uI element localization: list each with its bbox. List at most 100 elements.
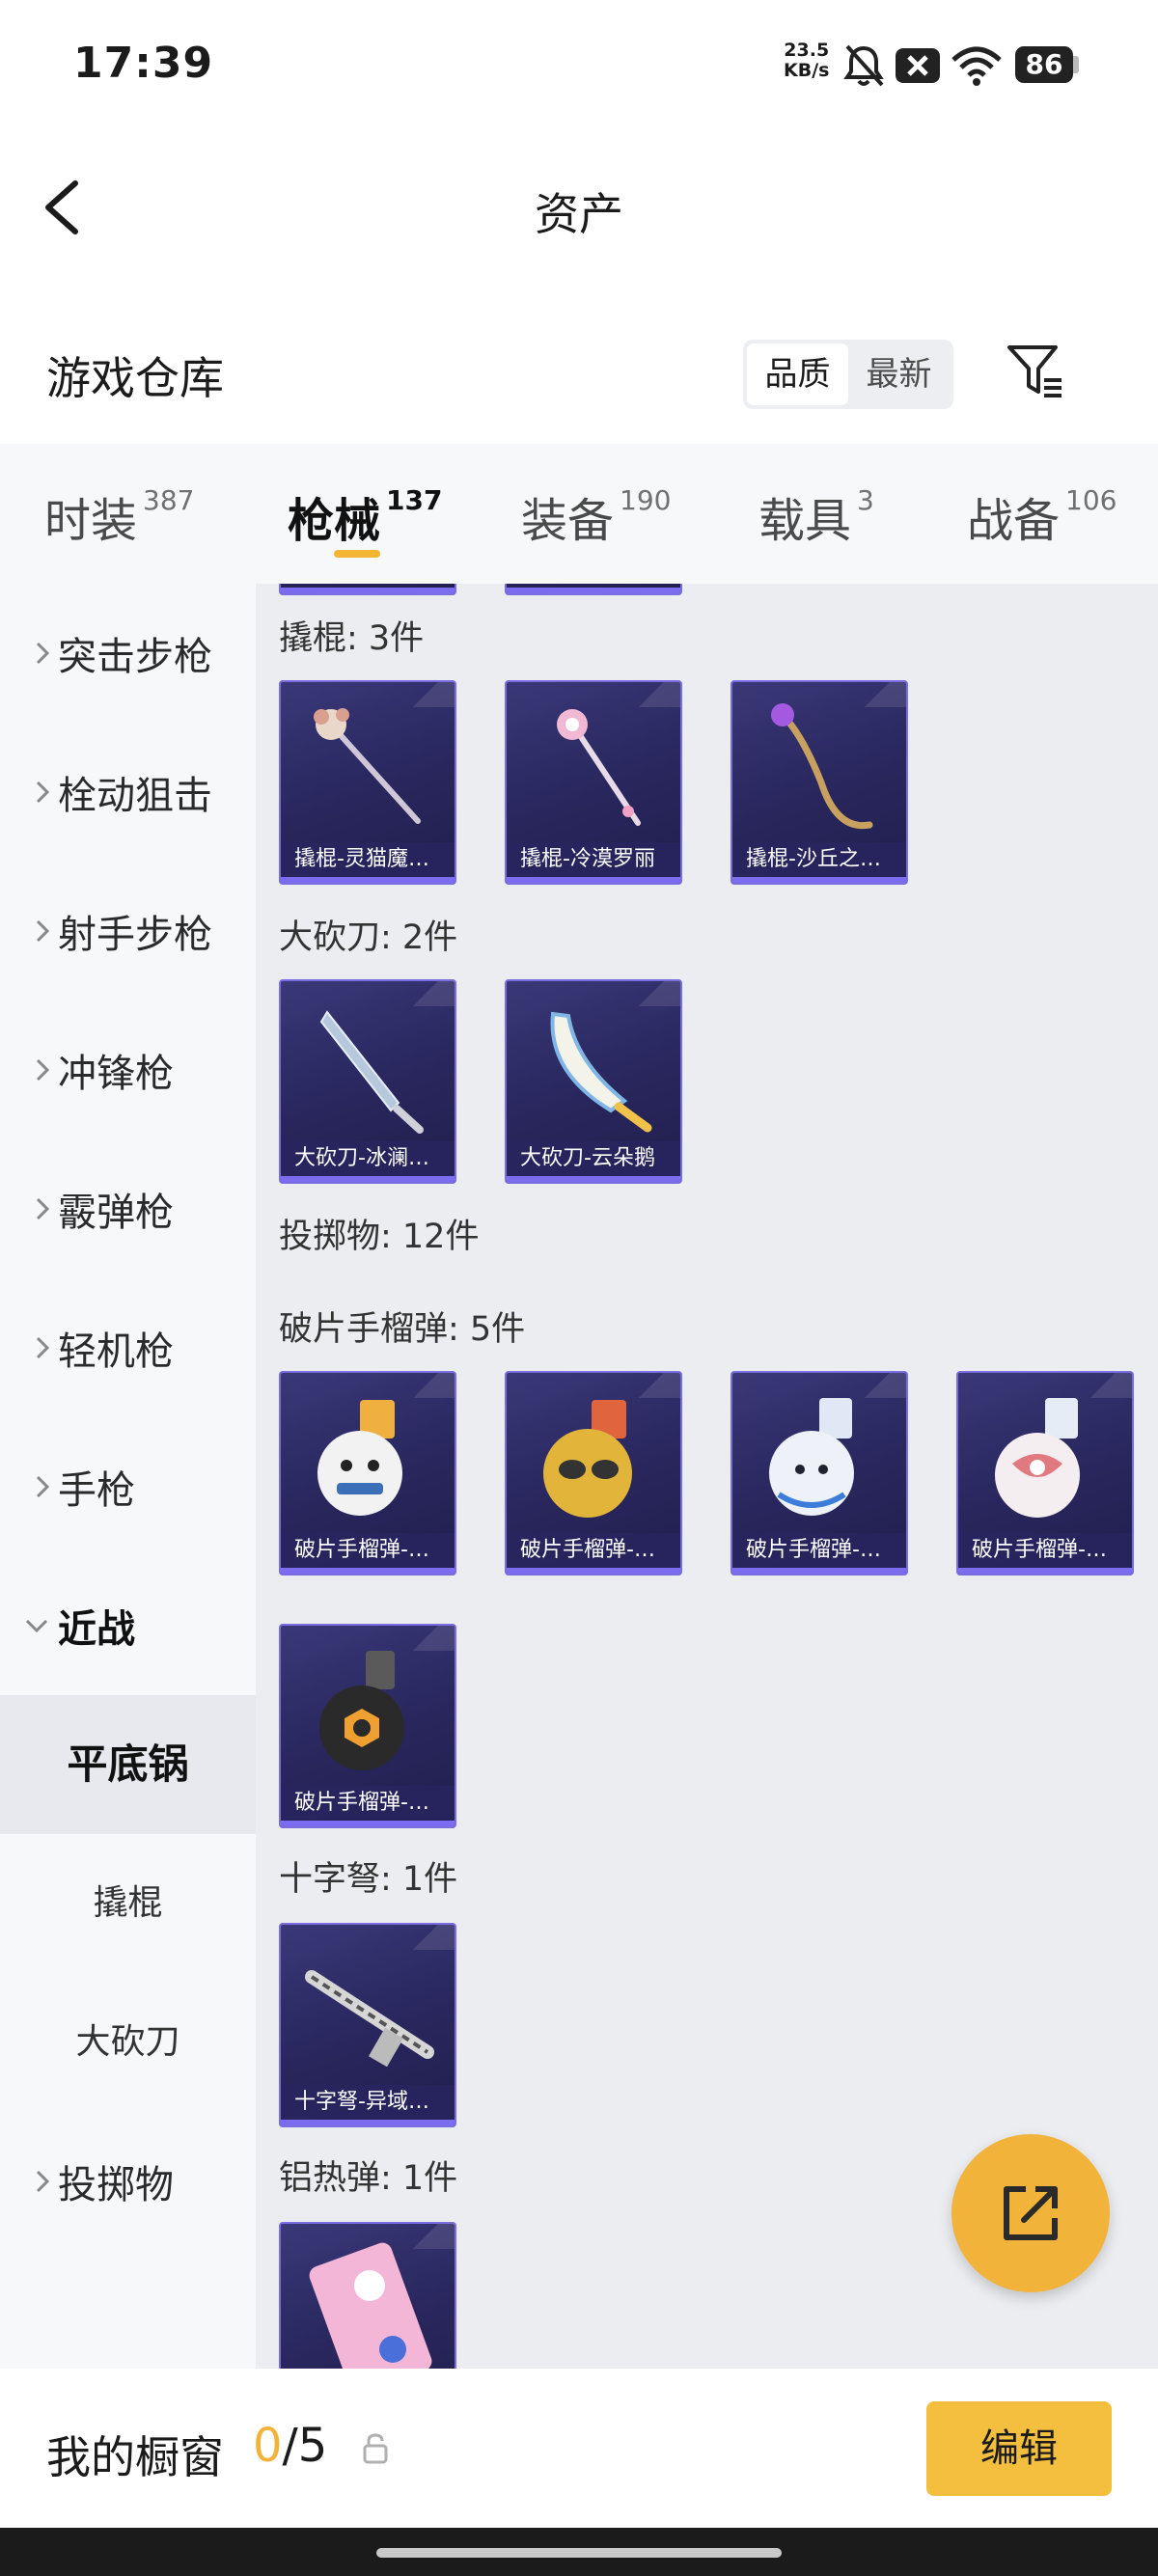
machete-art	[550, 1011, 652, 1133]
sidebar-item-shotgun[interactable]: 霰弹枪	[0, 1139, 256, 1278]
thermite-art	[309, 2242, 432, 2369]
lock-icon	[363, 2433, 388, 2464]
battery-icon: 86	[1015, 46, 1073, 83]
item-card[interactable]: 破片手榴弹-…	[731, 1371, 908, 1576]
item-card[interactable]: 撬棍-沙丘之…	[731, 680, 908, 885]
sidebar-item-throwables[interactable]: 投掷物	[0, 2112, 256, 2251]
crowbar-art	[771, 703, 873, 830]
status-time: 17:39	[73, 39, 214, 88]
chevron-right-icon	[0, 1056, 58, 1083]
sidebar-item-label: 射手步枪	[58, 913, 212, 957]
item-card-label: 撬棍-沙丘之…	[732, 842, 906, 877]
sidebar-item-label: 突击步枪	[58, 635, 212, 679]
grenade-art	[769, 1398, 854, 1516]
item-card-label: 大砍刀-冰澜…	[281, 1141, 455, 1176]
sidebar: 突击步枪 栓动狙击 射手步枪 冲锋枪 霰弹枪 轻机枪 手枪 近战 平底锅 撬棍 …	[0, 584, 256, 2369]
showcase-bar: 我的橱窗 0/5 编辑	[0, 2369, 1158, 2528]
showcase-count: 0/5	[253, 2419, 327, 2473]
grenade-art	[995, 1398, 1080, 1518]
battery-tip	[1073, 56, 1079, 73]
active-tab-indicator	[334, 550, 380, 558]
chevron-right-icon	[0, 2168, 58, 2195]
sidebar-subitem-frying-pan[interactable]: 平底锅	[0, 1695, 256, 1834]
item-card[interactable]: 破片手榴弹-…	[956, 1371, 1134, 1576]
network-speed-value: 23.5	[784, 40, 830, 61]
chevron-right-icon	[0, 1473, 58, 1500]
sidebar-item-pistol[interactable]: 手枪	[0, 1417, 256, 1556]
item-card[interactable]	[279, 2222, 456, 2369]
tab-fashion[interactable]: 时装 387	[44, 482, 194, 550]
section-title: 破片手榴弹: 5件	[279, 1310, 526, 1349]
showcase-separator: /	[282, 2419, 298, 2473]
category-tabs: 时装 387 枪械 137 装备 190 载具 3 战备 106	[0, 444, 1158, 584]
sidebar-item-assault-rifle[interactable]: 突击步枪	[0, 584, 256, 723]
chevron-right-icon	[0, 779, 58, 806]
crowbar-art	[557, 709, 641, 826]
chevron-down-icon	[0, 1618, 58, 1633]
showcase-max: 5	[297, 2419, 328, 2473]
chevron-right-icon	[0, 918, 58, 945]
tab-label: 战备	[967, 494, 1061, 548]
item-card-label: 破片手榴弹-…	[958, 1533, 1132, 1568]
sim-off-icon	[896, 48, 940, 83]
sidebar-item-bolt-sniper[interactable]: 栓动狙击	[0, 723, 256, 862]
tab-count: 106	[1065, 484, 1117, 516]
tab-equipment[interactable]: 装备 190	[521, 482, 671, 550]
item-card[interactable]: 大砍刀-冰澜…	[279, 979, 456, 1184]
item-card[interactable]: 撬棍-冷漠罗丽	[505, 680, 682, 885]
item-card[interactable]: 大砍刀-云朵鹅	[505, 979, 682, 1184]
sidebar-item-label: 轻机枪	[58, 1329, 174, 1374]
share-external-icon	[1004, 2186, 1058, 2240]
tab-count: 387	[143, 484, 195, 516]
sort-option-newest[interactable]: 最新	[848, 343, 950, 405]
item-card[interactable]	[505, 584, 682, 595]
section-title: 撬棍: 3件	[279, 619, 425, 658]
chevron-right-icon	[0, 1195, 58, 1222]
sidebar-item-melee[interactable]: 近战	[0, 1556, 256, 1695]
item-card-label: 撬棍-冷漠罗丽	[507, 842, 680, 877]
tab-count: 137	[386, 484, 443, 516]
machete-art	[319, 1010, 424, 1134]
tab-label: 枪械	[288, 494, 381, 548]
sort-option-quality[interactable]: 品质	[747, 343, 848, 405]
sort-toggle: 品质 最新	[743, 340, 953, 409]
sidebar-subitem-crowbar[interactable]: 撬棍	[0, 1834, 256, 1973]
showcase-current: 0	[253, 2419, 283, 2473]
item-card-label: 破片手榴弹-…	[281, 1786, 455, 1821]
item-card[interactable]	[279, 584, 456, 595]
tab-firearms[interactable]: 枪械 137	[288, 482, 442, 550]
tab-vehicles[interactable]: 载具 3	[758, 482, 874, 550]
sidebar-item-label: 投掷物	[58, 2163, 174, 2207]
showcase-label: 我的橱窗	[46, 2431, 224, 2483]
network-speed: 23.5 KB/s	[784, 41, 829, 81]
tab-tactical[interactable]: 战备 106	[967, 482, 1117, 550]
item-card-label: 破片手榴弹-…	[732, 1533, 906, 1568]
item-card[interactable]: 撬棍-灵猫魔…	[279, 680, 456, 885]
share-button[interactable]	[951, 2134, 1110, 2292]
grenade-art	[317, 1400, 402, 1516]
item-card[interactable]: 十字弩-异域…	[279, 1923, 456, 2127]
edit-button[interactable]: 编辑	[926, 2401, 1112, 2496]
item-card[interactable]: 破片手榴弹-…	[505, 1371, 682, 1576]
item-card-label: 破片手榴弹-…	[281, 1533, 455, 1568]
tab-label: 装备	[521, 494, 615, 548]
sidebar-item-lmg[interactable]: 轻机枪	[0, 1278, 256, 1417]
item-card-label: 大砍刀-云朵鹅	[507, 1141, 680, 1176]
sidebar-subitem-machete[interactable]: 大砍刀	[0, 1973, 256, 2112]
tab-label: 时装	[44, 494, 138, 548]
chevron-right-icon	[0, 1334, 58, 1361]
item-card[interactable]: 破片手榴弹-…	[279, 1371, 456, 1576]
sidebar-item-marksman-rifle[interactable]: 射手步枪	[0, 862, 256, 1000]
filter-icon[interactable]	[1004, 342, 1065, 403]
home-indicator[interactable]	[376, 2548, 782, 2558]
grenade-art	[319, 1651, 404, 1770]
crowbar-art	[314, 708, 421, 824]
tab-label: 载具	[758, 494, 852, 548]
sidebar-item-label: 冲锋枪	[58, 1052, 174, 1096]
bell-off-icon	[843, 44, 884, 87]
sidebar-item-smg[interactable]: 冲锋枪	[0, 1000, 256, 1139]
section-title: 铝热弹: 1件	[279, 2159, 458, 2198]
network-speed-unit: KB/s	[784, 60, 830, 81]
grenade-art	[543, 1400, 632, 1518]
item-card[interactable]: 破片手榴弹-…	[279, 1624, 456, 1828]
